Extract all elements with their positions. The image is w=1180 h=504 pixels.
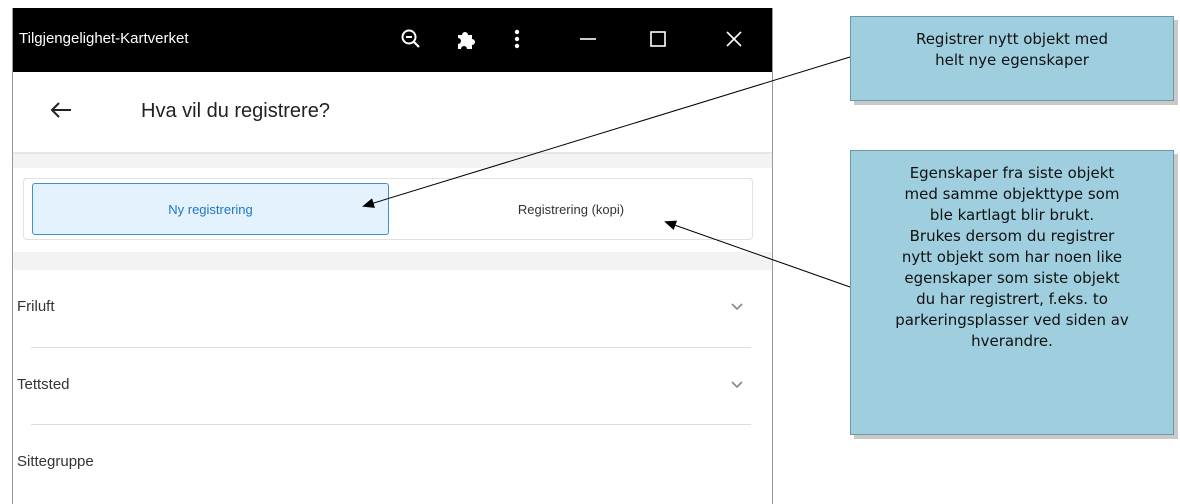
arrow-to-copy-tab [664, 220, 851, 288]
arrow-to-new-tab [362, 56, 851, 208]
annotation-arrows [362, 56, 851, 288]
